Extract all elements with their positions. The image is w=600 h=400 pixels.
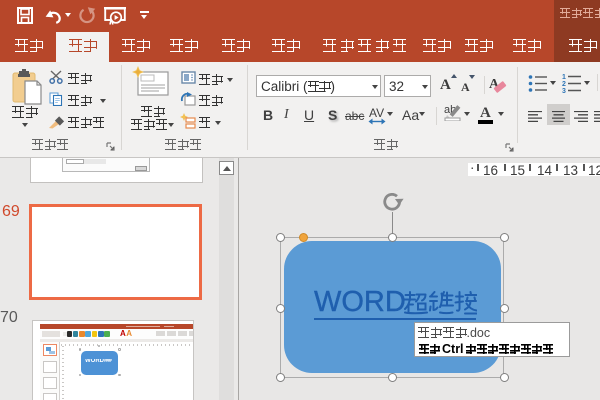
svg-text:2: 2 (562, 81, 566, 88)
svg-text:1: 1 (562, 74, 566, 81)
svg-text:3: 3 (562, 88, 566, 94)
